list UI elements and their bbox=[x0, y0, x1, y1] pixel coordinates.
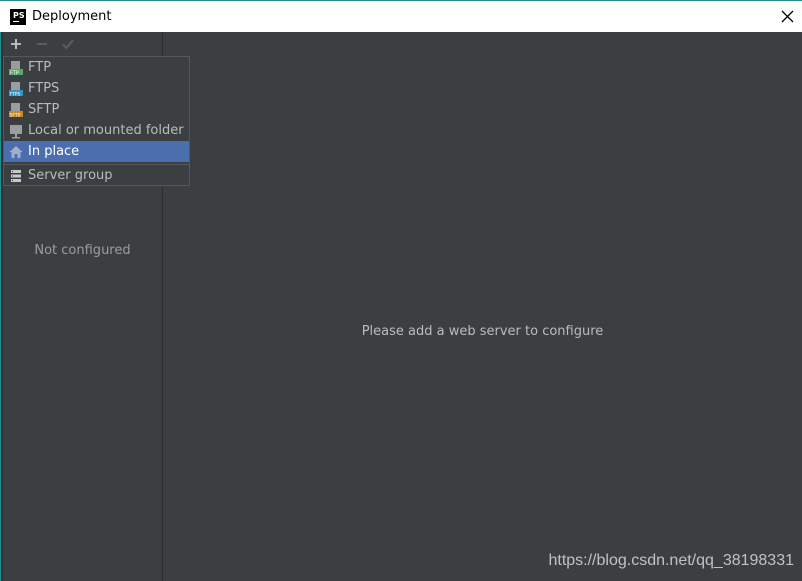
menu-item-local-folder[interactable]: Local or mounted folder bbox=[4, 120, 189, 141]
app-logo-text: PS bbox=[13, 11, 25, 20]
watermark-text: https://blog.csdn.net/qq_38198331 bbox=[548, 552, 794, 569]
remove-server-button[interactable] bbox=[34, 36, 50, 52]
menu-item-label: SFTP bbox=[28, 102, 60, 117]
menu-item-sftp[interactable]: SFTP SFTP bbox=[4, 99, 189, 120]
svg-text:FTPS: FTPS bbox=[10, 92, 21, 98]
plus-icon bbox=[11, 39, 21, 49]
server-config-panel bbox=[163, 32, 802, 581]
menu-item-server-group[interactable]: Server group bbox=[4, 165, 189, 186]
add-server-popup: FTP FTP FTPS FTPS SFTP SFTP Local or mou… bbox=[3, 56, 190, 186]
ftp-icon: FTP bbox=[9, 61, 23, 77]
menu-item-label: Local or mounted folder bbox=[28, 123, 184, 138]
menu-item-label: Server group bbox=[28, 168, 113, 183]
svg-text:FTP: FTP bbox=[10, 71, 19, 77]
server-toolbar bbox=[3, 32, 162, 56]
menu-item-label: FTPS bbox=[28, 81, 60, 96]
menu-item-in-place[interactable]: In place bbox=[4, 141, 189, 162]
window-title: Deployment bbox=[32, 9, 112, 24]
menu-item-label: In place bbox=[28, 144, 80, 159]
close-icon bbox=[781, 10, 793, 23]
left-empty-text: Not configured bbox=[34, 243, 131, 258]
title-bar: PS Deployment bbox=[0, 0, 802, 32]
check-icon bbox=[62, 39, 74, 50]
server-group-icon bbox=[11, 170, 21, 182]
close-button[interactable] bbox=[772, 1, 802, 32]
phpstorm-logo-icon: PS bbox=[10, 9, 26, 25]
home-icon bbox=[9, 146, 23, 158]
minus-icon bbox=[37, 43, 47, 45]
add-server-button[interactable] bbox=[8, 36, 24, 52]
menu-item-ftp[interactable]: FTP FTP bbox=[4, 57, 189, 78]
sftp-icon: SFTP bbox=[9, 103, 23, 119]
menu-item-label: FTP bbox=[28, 60, 52, 75]
set-default-button[interactable] bbox=[60, 36, 76, 52]
menu-item-ftps[interactable]: FTPS FTPS bbox=[4, 78, 189, 99]
right-empty-text: Please add a web server to configure bbox=[361, 324, 604, 339]
ftps-icon: FTPS bbox=[9, 82, 23, 98]
svg-text:SFTP: SFTP bbox=[10, 113, 21, 119]
local-folder-icon bbox=[10, 125, 22, 139]
